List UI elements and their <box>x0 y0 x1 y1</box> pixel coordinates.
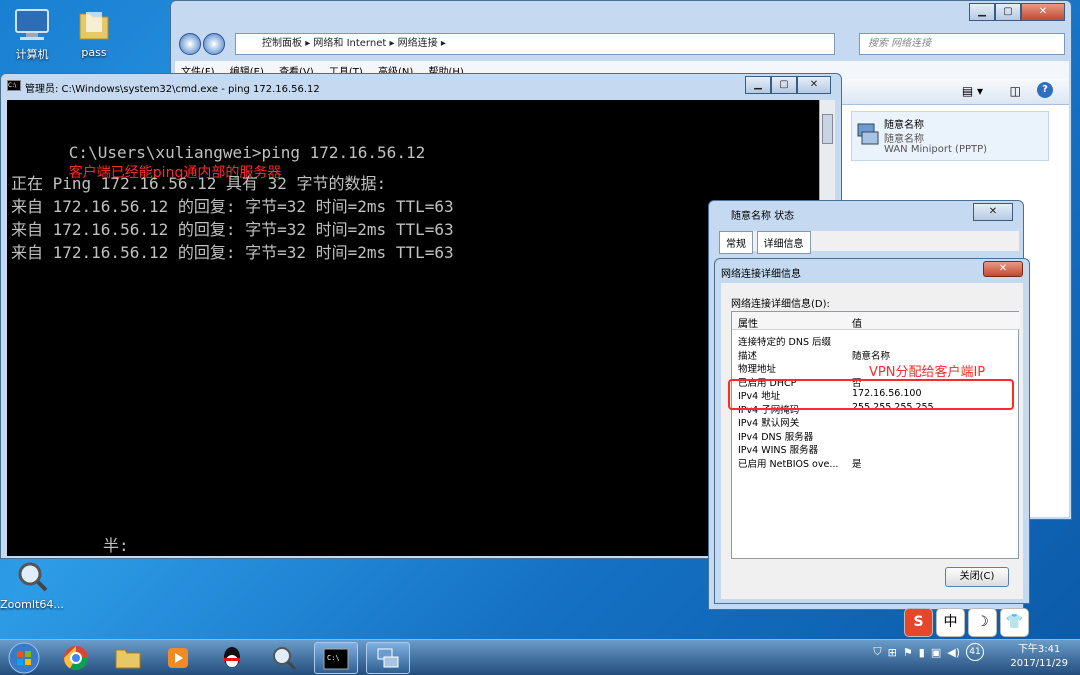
maximize-button[interactable]: ▢ <box>995 3 1021 21</box>
computer-icon <box>12 6 52 44</box>
taskbar: C:\ ⛉ ⊞ ⚑ ▮ ▣ ◀) 41 下午3:41 2017/11/29 <box>0 639 1080 675</box>
shield-icon[interactable]: ⛉ <box>873 645 881 659</box>
ime-chinese-mode-button[interactable]: 中 <box>936 608 965 637</box>
desktop-icon-pass[interactable]: pass <box>62 6 126 59</box>
cmd-prompt: C:\Users\xuliangwei>ping 172.16.56.12 <box>68 143 426 162</box>
table-row[interactable]: IPv4 默认网关 <box>738 415 1020 429</box>
explorer-title-buttons: ▁ ▢ ✕ <box>969 3 1065 21</box>
breadcrumb-item[interactable]: 控制面板 <box>262 38 302 49</box>
table-row[interactable]: 已启用 NetBIOS ove... 是 <box>738 456 1020 470</box>
vpn-item-name: 随意名称 <box>884 120 924 131</box>
clock[interactable]: 下午3:41 2017/11/29 <box>1010 643 1068 671</box>
vpn-ip-annotation: VPN分配给客户端IP <box>869 365 986 380</box>
scroll-thumb[interactable] <box>822 114 833 144</box>
breadcrumb-item[interactable]: 网络连接 <box>398 38 438 49</box>
search-input[interactable]: 搜索 网络连接 <box>859 33 1065 55</box>
table-row[interactable]: 描述 随意名称 <box>738 348 1020 362</box>
col-property[interactable]: 属性 <box>738 315 758 330</box>
close-button[interactable]: ✕ <box>797 76 831 94</box>
system-tray: ⛉ ⊞ ⚑ ▮ ▣ ◀) 41 <box>873 643 984 661</box>
cmd-output-line: 来自 172.16.56.12 的回复: 字节=32 时间=2ms TTL=63 <box>11 243 454 262</box>
maximize-button[interactable]: ▢ <box>771 76 797 94</box>
status-dialog-title: 随意名称 状态 <box>731 211 795 222</box>
vpn-item-device: WAN Miniport (PPTP) <box>884 144 988 155</box>
magnifier-icon <box>12 558 52 596</box>
details-caption: 网络连接详细信息(D): <box>731 299 830 310</box>
tab-details[interactable]: 详细信息 <box>756 231 811 254</box>
qq-icon[interactable] <box>210 642 254 674</box>
close-button[interactable]: ✕ <box>983 261 1023 277</box>
volume-icon[interactable]: ◀) <box>947 646 960 659</box>
svg-text:C:\: C:\ <box>327 654 340 662</box>
file-explorer-icon[interactable] <box>106 642 150 674</box>
cmd-output-line: 正在 Ping 172.16.56.12 具有 32 字节的数据: <box>11 174 387 193</box>
cmd-title: 管理员: C:\Windows\system32\cmd.exe - ping … <box>25 84 320 95</box>
desktop-icon-computer[interactable]: 计算机 <box>0 6 64 62</box>
close-button[interactable]: ✕ <box>973 203 1013 221</box>
details-body: 网络连接详细信息(D): 属性 值 连接特定的 DNS 后缀 描述 随意名称 物理… <box>721 283 1023 599</box>
details-dialog-title: 网络连接详细信息 <box>721 269 801 280</box>
cmd-output-line: 来自 172.16.56.12 的回复: 字节=32 时间=2ms TTL=63 <box>11 197 454 216</box>
help-icon[interactable]: ? <box>1037 82 1053 98</box>
highlight-box <box>728 379 1014 410</box>
minimize-button[interactable]: ▁ <box>745 76 771 94</box>
clock-time: 下午3:41 <box>1017 644 1061 655</box>
explorer-navbar: ‹ › 控制面板 ▸ 网络和 Internet ▸ 网络连接 ▸ 搜索 网络连接 <box>175 31 1069 57</box>
breadcrumb-item[interactable]: 网络和 Internet <box>313 38 386 49</box>
close-button[interactable]: ✕ <box>1021 3 1065 21</box>
network-tray-icon[interactable]: ⊞ <box>888 646 897 659</box>
preview-pane-icon[interactable]: ◫ <box>1010 84 1021 98</box>
view-options-icon[interactable]: ▤ ▾ <box>962 84 983 98</box>
cmd-output-line: 来自 172.16.56.12 的回复: 字节=32 时间=2ms TTL=63 <box>11 220 454 239</box>
minimize-button[interactable]: ▁ <box>969 3 995 21</box>
desktop-icon-label: pass <box>81 46 107 59</box>
media-player-icon[interactable] <box>156 642 200 674</box>
cmd-icon: C:\ <box>7 80 21 91</box>
table-row[interactable]: IPv4 DNS 服务器 <box>738 429 1020 443</box>
display-icon[interactable]: ▣ <box>931 646 941 659</box>
table-row[interactable]: 连接特定的 DNS 后缀 <box>738 334 1020 348</box>
address-bar[interactable]: 控制面板 ▸ 网络和 Internet ▸ 网络连接 ▸ <box>235 33 835 55</box>
close-dialog-button[interactable]: 关闭(C) <box>945 567 1009 587</box>
clock-date: 2017/11/29 <box>1010 658 1068 669</box>
start-button[interactable] <box>2 642 46 674</box>
back-button[interactable]: ‹ <box>179 33 201 55</box>
ime-skin-shirt-icon[interactable]: 👕 <box>1000 608 1029 637</box>
tab-general[interactable]: 常规 <box>719 231 753 254</box>
sogou-logo-icon[interactable]: S <box>904 608 933 637</box>
vpn-item-status: 随意名称 <box>884 134 924 145</box>
zoomit-icon[interactable] <box>262 642 306 674</box>
cmd-console[interactable]: C:\Users\xuliangwei>ping 172.16.56.12 客户… <box>7 100 819 556</box>
details-dialog: 网络连接详细信息 ✕ 网络连接详细信息(D): 属性 值 连接特定的 DNS 后… <box>714 258 1030 604</box>
grid-header: 属性 值 <box>732 312 1020 330</box>
power-icon[interactable]: ▮ <box>919 646 925 659</box>
cmd-taskbar-icon[interactable]: C:\ <box>314 642 358 674</box>
volume-level: 41 <box>966 643 984 661</box>
desktop-icon-zoomit[interactable]: ZoomIt64... <box>0 558 64 611</box>
col-value[interactable]: 值 <box>852 315 862 330</box>
cmd-ime-hint: 半: <box>103 536 129 555</box>
status-tabs: 常规 详细信息 <box>719 231 1019 254</box>
ime-halfwidth-moon-icon[interactable]: ☽ <box>968 608 997 637</box>
vpn-connection-item[interactable]: 随意名称 随意名称 WAN Miniport (PPTP) <box>851 111 1049 161</box>
cmd-title-buttons: ▁ ▢ ✕ <box>745 76 831 94</box>
desktop-icon-label: 计算机 <box>15 48 49 61</box>
table-row[interactable]: IPv4 WINS 服务器 <box>738 442 1020 456</box>
flag-icon[interactable]: ⚑ <box>903 646 913 659</box>
desktop-icon-label: ZoomIt64... <box>0 598 64 611</box>
chrome-icon[interactable] <box>54 642 98 674</box>
ime-toolbar: S 中 ☽ 👕 <box>904 608 1030 638</box>
details-grid[interactable]: 属性 值 连接特定的 DNS 后缀 描述 随意名称 物理地址 已启用 DHCP 否 … <box>731 311 1020 559</box>
forward-button[interactable]: › <box>203 33 225 55</box>
folder-icon <box>74 6 114 44</box>
network-connection-icon <box>856 122 880 151</box>
network-taskbar-icon[interactable] <box>366 642 410 674</box>
